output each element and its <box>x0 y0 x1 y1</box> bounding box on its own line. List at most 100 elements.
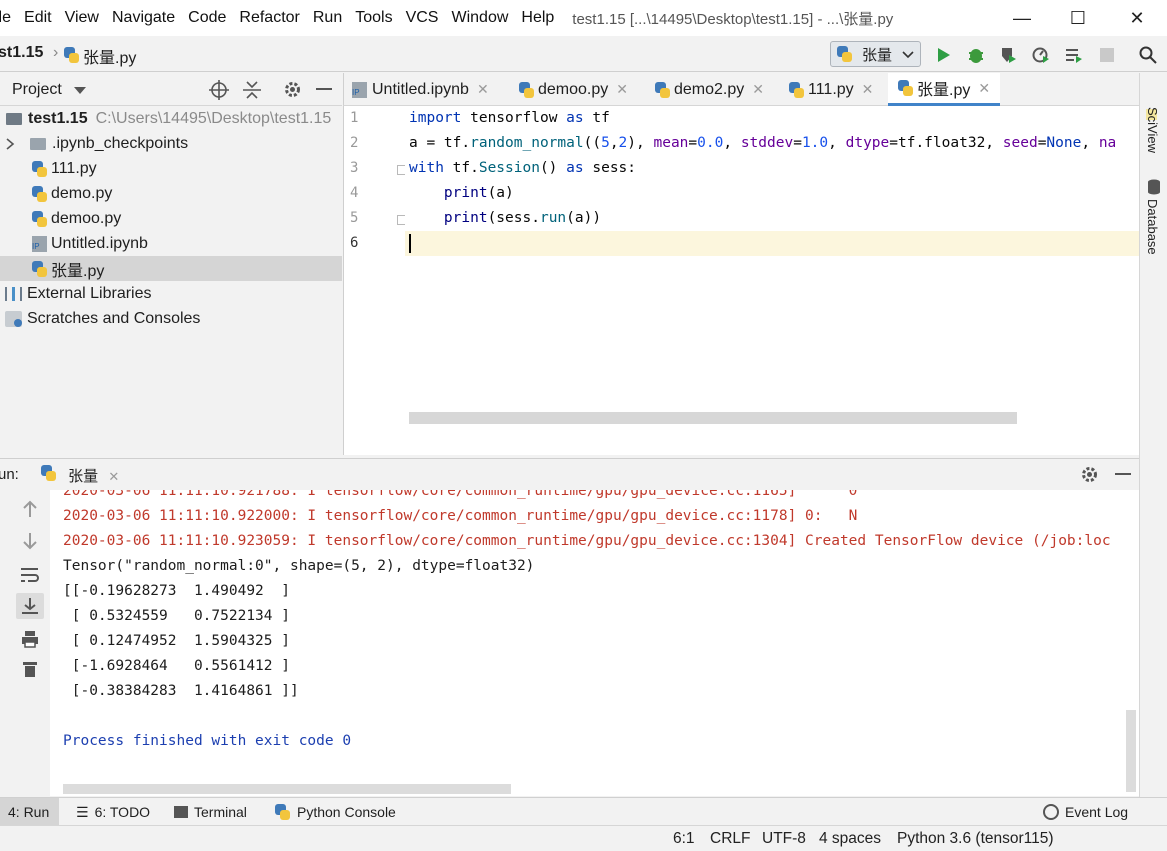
tree-item-untitled-ipynb[interactable]: IP Untitled.ipynb <box>0 231 342 256</box>
menu-tools[interactable]: Tools <box>355 9 392 27</box>
hide-panel-icon[interactable] <box>1115 473 1131 475</box>
minimize-button[interactable]: — <box>993 0 1051 36</box>
menu-window[interactable]: Window <box>451 9 508 27</box>
tab-zhangliang-py[interactable]: 张量.py ✕ <box>888 73 1001 106</box>
python-console-label: Python Console <box>297 804 396 820</box>
sciview-tab[interactable]: SciView <box>1145 107 1160 153</box>
close-tab-icon[interactable]: ✕ <box>616 81 628 98</box>
python-icon <box>275 804 290 820</box>
line-separator[interactable]: CRLF <box>710 830 750 848</box>
tab-label: Untitled.ipynb <box>372 80 469 98</box>
menu-file[interactable]: ile <box>0 9 11 27</box>
file-encoding[interactable]: UTF-8 <box>762 830 806 848</box>
menu-run[interactable]: Run <box>313 9 342 27</box>
tree-root-path: C:\Users\14495\Desktop\test1.15 <box>95 109 332 127</box>
event-log-icon <box>1043 804 1059 820</box>
python-file-icon <box>32 260 47 277</box>
python-console-toolwindow-button[interactable]: Python Console <box>275 802 396 822</box>
breadcrumb-file[interactable]: 张量.py <box>64 44 136 68</box>
run-icon[interactable] <box>934 45 954 65</box>
menu-view[interactable]: View <box>65 9 99 27</box>
run-toolwindow-button[interactable]: 4: Run <box>0 798 59 826</box>
scroll-to-end-icon[interactable] <box>16 593 44 619</box>
console-line: 2020-03-06 11:11:10.923059: I tensorflow… <box>63 533 1111 549</box>
run-console[interactable]: 2020-03-06 11:11:10.921788: I tensorflow… <box>50 490 1139 796</box>
chevron-down-icon[interactable] <box>74 87 86 95</box>
close-window-button[interactable]: ✕ <box>1108 0 1166 36</box>
indent-setting[interactable]: 4 spaces <box>819 830 881 848</box>
gear-icon[interactable] <box>1080 465 1099 488</box>
console-line: [ 0.12474952 1.5904325 ] <box>63 633 290 649</box>
maximize-button[interactable]: ☐ <box>1049 0 1107 36</box>
down-arrow-icon[interactable] <box>22 532 38 554</box>
trash-icon[interactable] <box>22 660 38 682</box>
tab-111-py[interactable]: 111.py ✕ <box>789 73 873 106</box>
run-with-coverage-icon[interactable] <box>998 45 1018 65</box>
project-panel-title[interactable]: Project <box>12 81 62 99</box>
tree-item-demo-py[interactable]: demo.py <box>0 181 342 206</box>
tab-untitled-ipynb[interactable]: IP Untitled.ipynb ✕ <box>352 73 489 106</box>
database-tab[interactable]: Database <box>1145 199 1160 255</box>
terminal-toolwindow-button[interactable]: Terminal <box>174 802 247 822</box>
menu-vcs[interactable]: VCS <box>406 9 439 27</box>
tree-item-111-py[interactable]: 111.py <box>0 156 342 181</box>
console-line: 2020-03-06 11:11:10.921788: I tensorflow… <box>63 490 858 499</box>
tab-demoo-py[interactable]: demoo.py ✕ <box>519 73 628 106</box>
tab-demo2-py[interactable]: demo2.py ✕ <box>655 73 764 106</box>
run-tab-label: 张量 <box>68 468 99 485</box>
tree-item-label: demo.py <box>51 184 113 202</box>
run-config-label: 张量 <box>862 46 893 64</box>
event-log-button[interactable]: Event Log <box>1043 802 1128 822</box>
tree-item-scratches[interactable]: Scratches and Consoles <box>0 306 342 331</box>
python-file-icon <box>32 185 47 202</box>
hide-panel-icon[interactable] <box>316 88 332 90</box>
line-number: 6 <box>350 235 359 251</box>
run-config-select[interactable]: 张量 <box>830 41 921 67</box>
scratches-icon <box>5 310 22 327</box>
profile-icon[interactable] <box>1031 45 1051 65</box>
run-tab[interactable]: 张量 ✕ <box>41 465 119 486</box>
close-tab-icon[interactable]: ✕ <box>862 81 874 98</box>
menu-edit[interactable]: Edit <box>24 9 52 27</box>
concurrency-icon[interactable] <box>1064 45 1084 65</box>
close-tab-icon[interactable]: ✕ <box>978 80 990 97</box>
menu-navigate[interactable]: Navigate <box>112 9 175 27</box>
collapse-all-icon[interactable] <box>243 80 261 104</box>
stop-icon[interactable] <box>1097 45 1117 65</box>
tree-item-label: 张量.py <box>51 262 105 280</box>
window-title: test1.15 [...\14495\Desktop\test1.15] - … <box>572 10 894 28</box>
gear-icon[interactable] <box>283 80 302 103</box>
horizontal-scrollbar[interactable] <box>63 784 511 794</box>
library-icon <box>5 286 22 301</box>
caret-position[interactable]: 6:1 <box>673 830 695 848</box>
horizontal-scrollbar[interactable] <box>409 412 1017 424</box>
line-number: 2 <box>350 135 359 151</box>
code-editor[interactable]: import tensorflow as tf a = tf.random_no… <box>405 106 1139 455</box>
vertical-scrollbar[interactable] <box>1126 710 1136 792</box>
menu-refactor[interactable]: Refactor <box>239 9 299 27</box>
chevron-right-icon[interactable] <box>5 137 15 150</box>
tree-root[interactable]: test1.15 C:\Users\14495\Desktop\test1.15 <box>0 106 342 131</box>
tree-item-label: Untitled.ipynb <box>51 234 148 252</box>
print-icon[interactable] <box>21 630 39 652</box>
locate-file-icon[interactable] <box>209 80 229 104</box>
breadcrumb-project[interactable]: st1.15 <box>0 44 43 62</box>
tree-item-external-libraries[interactable]: External Libraries <box>0 281 342 306</box>
soft-wrap-icon[interactable] <box>20 566 40 588</box>
menu-help[interactable]: Help <box>521 9 554 27</box>
close-tab-icon[interactable]: ✕ <box>108 469 119 484</box>
tree-item-zhangliang-py[interactable]: 张量.py <box>0 256 342 281</box>
menu-code[interactable]: Code <box>188 9 226 27</box>
debug-icon[interactable] <box>966 45 986 65</box>
python-interpreter[interactable]: Python 3.6 (tensor115) <box>897 830 1054 848</box>
code-line-2: a = tf.random_normal((5,2), mean=0.0, st… <box>409 135 1117 151</box>
close-tab-icon[interactable]: ✕ <box>477 81 489 98</box>
close-tab-icon[interactable]: ✕ <box>752 81 764 98</box>
editor-tabs: IP Untitled.ipynb ✕ demoo.py ✕ demo2.py … <box>343 73 1139 106</box>
todo-toolwindow-button[interactable]: ☰ 6: TODO <box>76 802 150 822</box>
tree-item-demoo-py[interactable]: demoo.py <box>0 206 342 231</box>
tree-item-ipynb-checkpoints[interactable]: .ipynb_checkpoints <box>0 131 342 156</box>
up-arrow-icon[interactable] <box>22 500 38 522</box>
tree-item-label: Scratches and Consoles <box>27 309 201 327</box>
search-icon[interactable] <box>1138 45 1158 65</box>
